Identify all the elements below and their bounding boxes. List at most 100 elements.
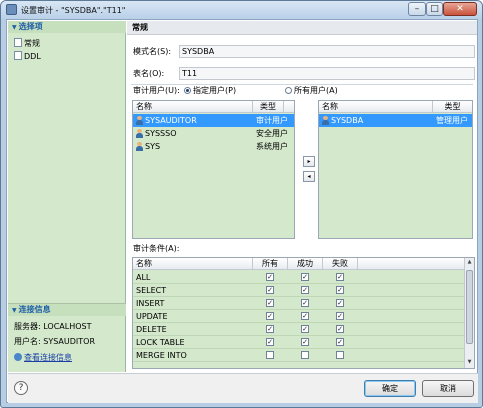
ok-button[interactable]: 确定 — [364, 380, 416, 397]
checkbox-fail[interactable]: ✓ — [336, 273, 344, 281]
checkbox-fail[interactable]: ✓ — [336, 338, 344, 346]
add-user-button[interactable]: ▸ — [303, 156, 315, 167]
view-connection-link[interactable]: 查看连接信息 — [14, 352, 72, 363]
checkbox-fail[interactable]: ✓ — [336, 286, 344, 294]
column-header-name[interactable]: 名称 — [133, 258, 253, 270]
scroll-down-icon[interactable]: ▼ — [465, 358, 474, 367]
checkbox-all[interactable]: ✓ — [266, 312, 274, 320]
column-header-name[interactable]: 名称 — [133, 101, 253, 113]
checkbox-success[interactable]: ✓ — [301, 325, 309, 333]
user-type-cell: 系统用户 — [256, 142, 288, 151]
column-header-success[interactable]: 成功 — [288, 258, 323, 270]
title-bar[interactable]: 设置审计 - "SYSDBA"."T11" – □ ✕ — [1, 1, 482, 19]
nav-item-ddl[interactable]: DDL — [14, 51, 41, 62]
nav-item-label: 常规 — [24, 39, 40, 48]
checkbox-fail[interactable]: ✓ — [336, 299, 344, 307]
radio-specified-users[interactable]: 指定用户(P) — [184, 85, 236, 96]
vertical-scrollbar[interactable]: ▲ ▼ — [464, 258, 474, 368]
checkbox-success[interactable]: ✓ — [301, 338, 309, 346]
row-divider — [133, 361, 466, 362]
user-name: SYSDBA — [331, 116, 364, 125]
checkbox-success[interactable]: ✓ — [301, 312, 309, 320]
button-bar: ? 确定 取消 — [8, 373, 478, 403]
nav-item-general[interactable]: 常规 — [14, 38, 40, 49]
section-title: 常规 — [127, 21, 477, 35]
checkbox-success[interactable] — [301, 351, 309, 359]
table-row[interactable]: INSERT ✓ ✓ ✓ — [133, 297, 466, 310]
checkbox-fail[interactable]: ✓ — [336, 325, 344, 333]
column-header-type[interactable]: 类型 — [253, 101, 284, 113]
user-name-cell: SYSSSO — [133, 127, 177, 140]
right-panel: 常规 模式名(S): SYSDBA 表名(O): T11 审计用户(U): 指定… — [127, 21, 477, 372]
audit-conditions-table[interactable]: 名称 所有 成功 失败 ALL ✓ ✓ ✓ SELECT ✓ ✓ ✓ INSERT ✓ ✓ ✓ UPDA… — [132, 257, 475, 369]
user-icon — [136, 116, 143, 125]
table-row[interactable]: LOCK TABLE ✓ ✓ ✓ — [133, 336, 466, 349]
view-connection-label: 查看连接信息 — [24, 353, 72, 362]
connection-header-label: 连接信息 — [18, 305, 51, 314]
remove-user-button[interactable]: ◂ — [303, 171, 315, 182]
user-icon — [136, 142, 143, 151]
checkbox-all[interactable]: ✓ — [266, 325, 274, 333]
user-type-cell: 审计用户 — [256, 116, 288, 125]
column-header-all[interactable]: 所有 — [253, 258, 288, 270]
table-row[interactable]: SYSSSO 安全用户 — [133, 127, 294, 140]
checkbox-fail[interactable] — [336, 351, 344, 359]
table-row[interactable]: UPDATE ✓ ✓ ✓ — [133, 310, 466, 323]
close-button[interactable]: ✕ — [443, 2, 477, 16]
window-title: 设置审计 - "SYSDBA"."T11" — [21, 6, 126, 15]
app-icon — [6, 4, 17, 15]
schema-label: 模式名(S): — [133, 47, 172, 56]
dialog-client-area: ▼ 选择项 常规 DDL ▼ 连接信息 服务器: LOCALHOST 用户名: SY… — [6, 19, 478, 403]
table-field[interactable]: T11 — [179, 67, 475, 80]
table-row[interactable]: SYSDBA 管理用户 — [319, 114, 472, 127]
maximize-button[interactable]: □ — [426, 2, 443, 16]
connection-section-header[interactable]: ▼ 连接信息 — [8, 304, 126, 316]
table-row[interactable]: SYSAUDITOR 审计用户 — [133, 114, 294, 127]
checkbox-all[interactable]: ✓ — [266, 273, 274, 281]
user-name: SYSSSO — [145, 129, 177, 138]
schema-field[interactable]: SYSDBA — [179, 45, 475, 58]
table-header: 名称 所有 成功 失败 — [133, 258, 466, 270]
table-row[interactable]: SYS 系统用户 — [133, 140, 294, 153]
radio-dot-icon — [184, 87, 191, 94]
minimize-button[interactable]: – — [408, 2, 426, 16]
checkbox-fail[interactable]: ✓ — [336, 312, 344, 320]
cancel-button[interactable]: 取消 — [422, 380, 474, 397]
checkbox-all[interactable] — [266, 351, 274, 359]
checkbox-all[interactable]: ✓ — [266, 286, 274, 294]
checkbox-success[interactable]: ✓ — [301, 299, 309, 307]
options-section-header[interactable]: ▼ 选择项 — [8, 21, 126, 33]
table-row[interactable]: SELECT ✓ ✓ ✓ — [133, 284, 466, 297]
radio-dot-icon — [285, 87, 292, 94]
scroll-up-icon[interactable]: ▲ — [465, 258, 474, 267]
scroll-thumb[interactable] — [466, 270, 473, 344]
user-name-cell: SYS — [133, 140, 160, 153]
dialog-window: 设置审计 - "SYSDBA"."T11" – □ ✕ ▼ 选择项 常规 DDL … — [0, 0, 483, 408]
checkbox-success[interactable]: ✓ — [301, 286, 309, 294]
collapse-triangle-icon: ▼ — [12, 307, 17, 314]
column-header-type[interactable]: 类型 — [433, 101, 472, 113]
radio-all-users[interactable]: 所有用户(A) — [285, 85, 338, 96]
table-header: 名称 类型 — [133, 101, 294, 113]
radio-specified-label: 指定用户(P) — [193, 86, 237, 95]
user-type-cell: 安全用户 — [256, 129, 288, 138]
user-info: 用户名: SYSAUDITOR — [14, 337, 96, 346]
page-icon — [14, 51, 22, 60]
checkbox-all[interactable]: ✓ — [266, 338, 274, 346]
table-row[interactable]: ALL ✓ ✓ ✓ — [133, 271, 466, 284]
available-users-table[interactable]: 名称 类型 SYSAUDITOR 审计用户 SYSSSO 安全用户 SYS 系统… — [132, 100, 295, 239]
audit-user-label: 审计用户(U): — [133, 86, 180, 95]
column-header-name[interactable]: 名称 — [319, 101, 433, 113]
user-type-cell: 管理用户 — [436, 116, 468, 125]
checkbox-success[interactable]: ✓ — [301, 273, 309, 281]
selected-users-table[interactable]: 名称 类型 SYSDBA 管理用户 — [318, 100, 473, 239]
radio-all-label: 所有用户(A) — [294, 86, 338, 95]
checkbox-all[interactable]: ✓ — [266, 299, 274, 307]
help-icon[interactable]: ? — [14, 381, 28, 395]
table-row[interactable]: MERGE INTO — [133, 349, 466, 362]
user-icon — [322, 116, 329, 125]
column-header-fail[interactable]: 失败 — [323, 258, 358, 270]
table-header: 名称 类型 — [319, 101, 472, 113]
table-row[interactable]: DELETE ✓ ✓ ✓ — [133, 323, 466, 336]
page-icon — [14, 38, 22, 47]
